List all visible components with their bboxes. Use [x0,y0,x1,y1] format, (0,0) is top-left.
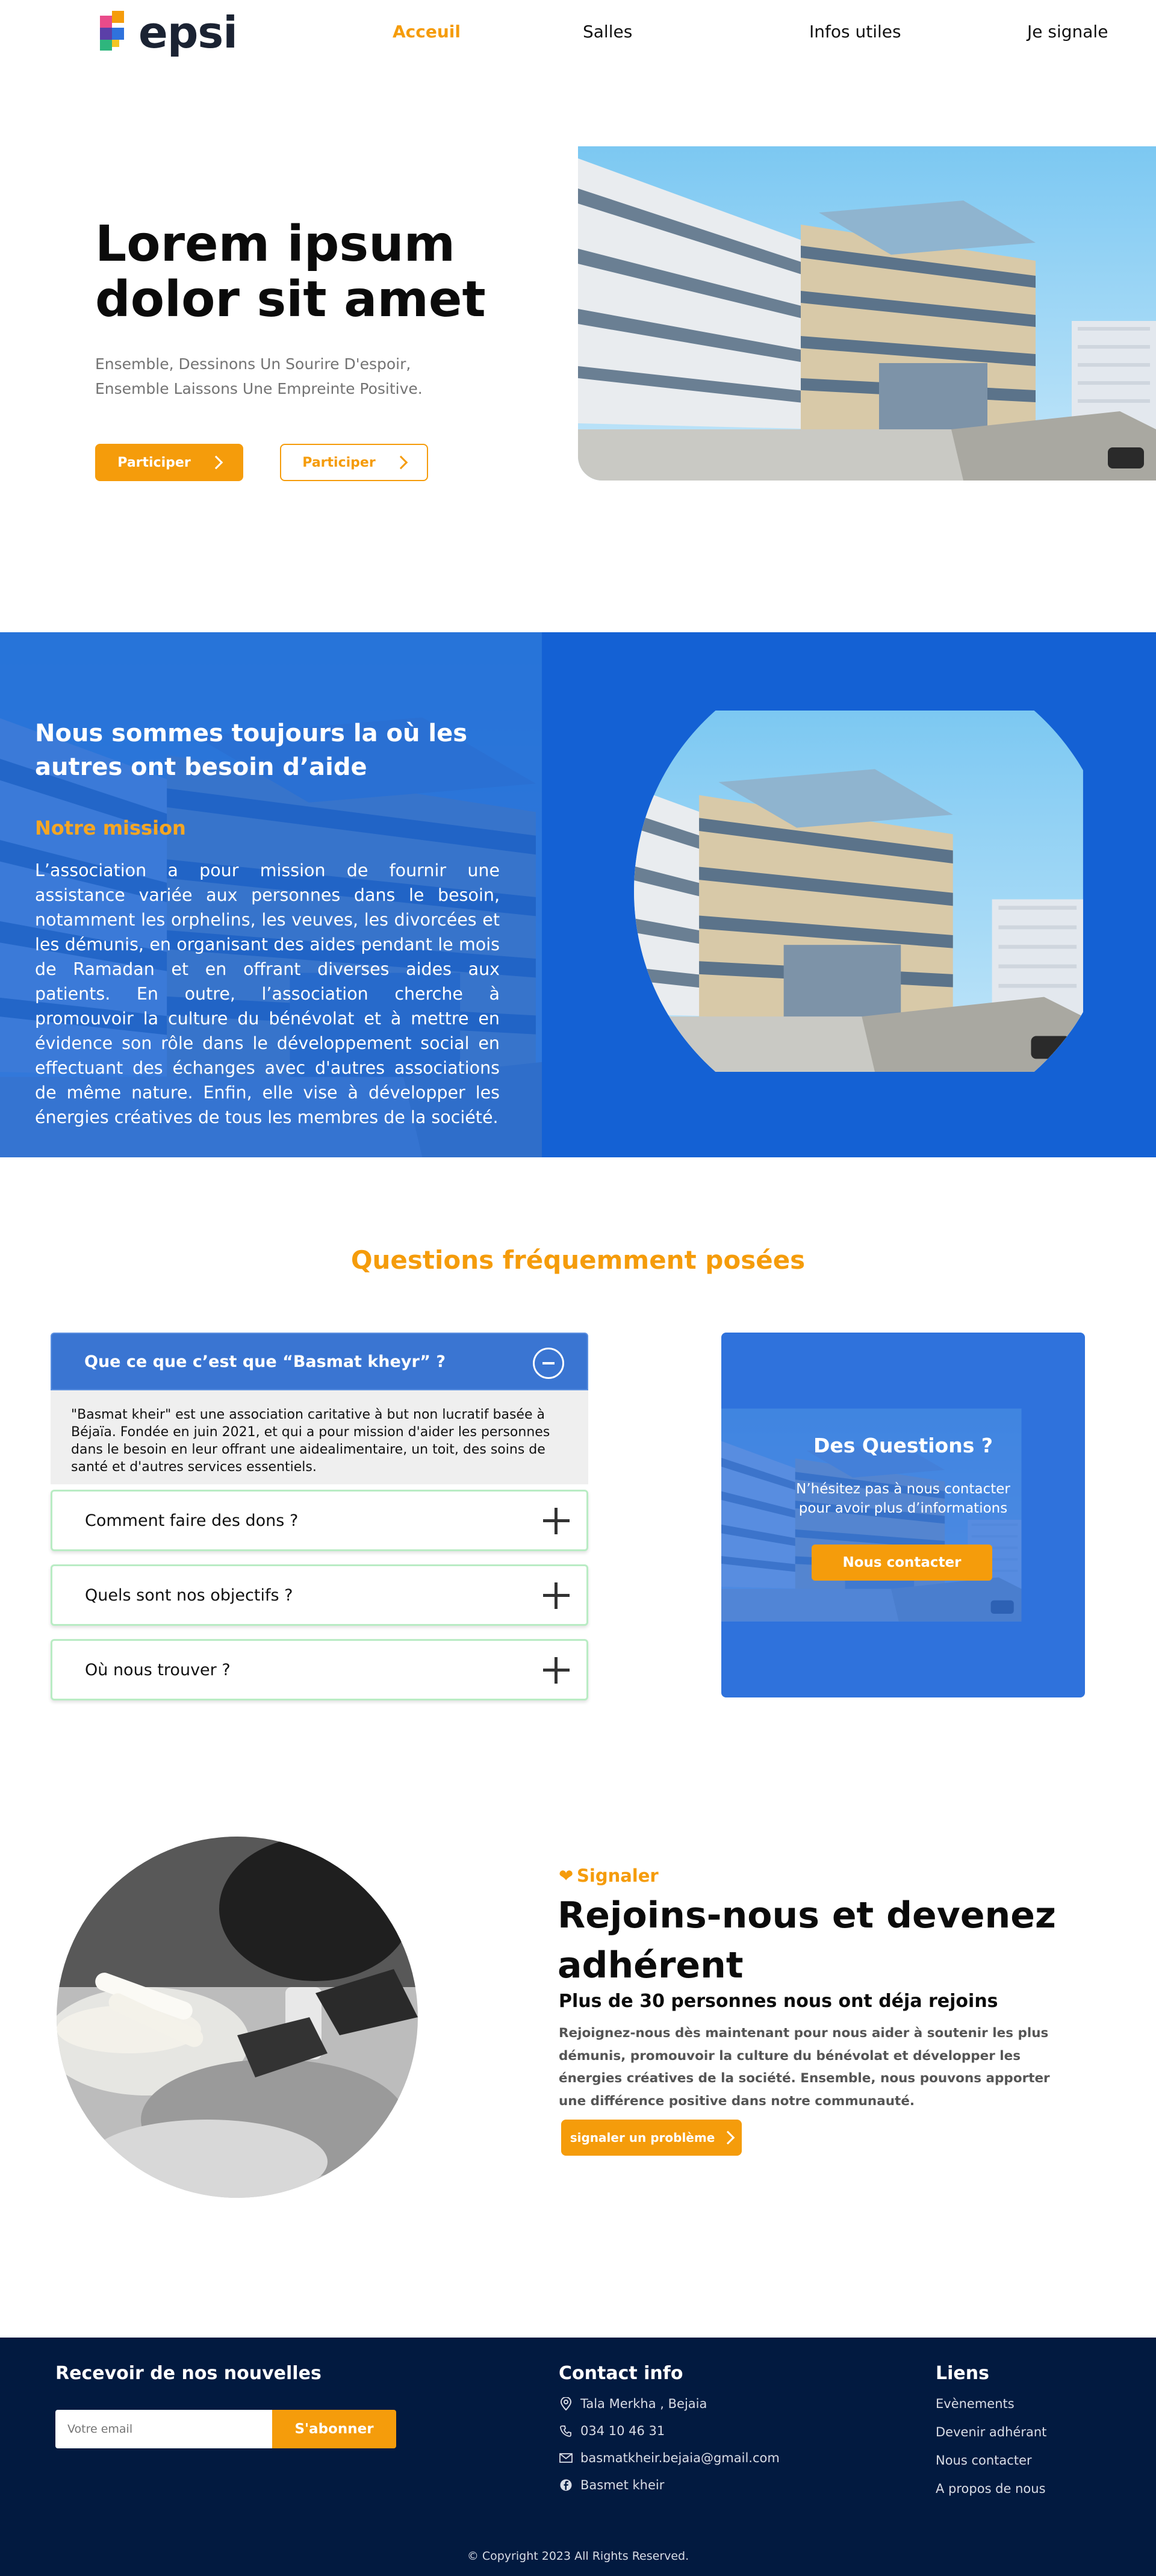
nav-link-je-signale[interactable]: Je signale [1027,22,1108,42]
nav-link-salles[interactable]: Salles [583,22,632,42]
contact-email: basmatkheir.bejaia@gmail.com [559,2451,780,2465]
contact-address: Tala Merkha , Bejaia [559,2397,707,2411]
chevron-right-icon [209,455,223,470]
expand-plus-icon[interactable] [543,1582,570,1609]
newsletter-email-input[interactable] [55,2410,273,2448]
links-title: Liens [936,2363,989,2384]
participer-primary-button[interactable]: Participer [95,444,243,481]
footer-link-evenements[interactable]: Evènements [936,2397,1015,2411]
contact-info-title: Contact info [559,2363,683,2384]
nav-link-infos-utiles[interactable]: Infos utiles [809,22,901,42]
hero-title: Lorem ipsum dolor sit amet [95,217,517,328]
contact-card-text-line-2: pour avoir plus d’informations [798,1501,1008,1517]
mail-icon [559,2451,573,2465]
newsletter-title: Recevoir de nos nouvelles [55,2363,322,2384]
faq-item-open-header[interactable]: Que ce que c’est que “Basmat kheyr” ? [51,1333,588,1390]
nav-link-acceuil[interactable]: Acceuil [393,22,461,42]
collapse-minus-icon[interactable] [533,1348,564,1379]
report-problem-button[interactable]: signaler un problème [561,2120,742,2156]
faq-title: Questions fréquemment posées [350,1245,806,1275]
donation-food-image [57,1837,418,2198]
logo-text: epsi [138,7,238,58]
faq-question: Quels sont nos objectifs ? [85,1585,293,1605]
mission-text: L’association a pour mission de fournir … [35,860,500,1128]
contact-facebook-text[interactable]: Basmet kheir [580,2478,664,2492]
join-subtitle: Plus de 30 personnes nous ont déja rejoi… [559,1991,998,2012]
join-tag: ❤ Signaler [559,1865,659,1886]
footer-link-nous-contacter[interactable]: Nous contacter [936,2453,1032,2468]
mission-section: Nous sommes toujours la où les autres on… [0,632,1156,1157]
footer-link-devenir-adherant[interactable]: Devenir adhérant [936,2425,1046,2439]
hero-subtitle-line-2: Ensemble Laissons Une Empreinte Positive… [95,380,423,398]
chevron-right-icon [721,2130,735,2145]
join-title-line-1: Rejoins-nous et devenez [558,1894,1056,1937]
join-text: Rejoignez-nous dès maintenant pour nous … [559,2026,1050,2109]
contact-button[interactable]: Nous contacter [812,1545,992,1581]
join-title-line-2: adhérent [558,1944,744,1986]
chevron-right-icon [394,455,408,470]
participer-primary-label: Participer [117,455,191,470]
location-pin-icon [559,2397,573,2411]
footer-link-a-propos[interactable]: A propos de nous [936,2481,1046,2496]
hero-subtitle: Ensemble, Dessinons Un Sourire D'espoir,… [95,352,517,402]
hero-title-line-1: Lorem ipsum [95,216,456,273]
contact-card-text: N’hésitez pas à nous contacter pour avoi… [775,1479,1031,1518]
hero-title-line-2: dolor sit amet [95,270,486,328]
participer-secondary-button[interactable]: Participer [280,444,428,481]
copyright: © Copyright 2023 All Rights Reserved. [467,2550,689,2563]
report-problem-label: signaler un problème [570,2130,715,2145]
contact-phone-text: 034 10 46 31 [580,2424,665,2438]
heart-icon: ❤ [559,1865,574,1886]
mission-title-line-2: autres ont besoin d’aide [35,753,367,781]
join-title: Rejoins-nous et devenez adhérent [558,1891,1099,1991]
faq-question: Comment faire des dons ? [85,1511,299,1530]
faq-open-answer: "Basmat kheir" est une association carit… [51,1390,588,1484]
mission-title-line-1: Nous sommes toujours la où les [35,720,468,747]
hero-subtitle-line-1: Ensemble, Dessinons Un Sourire D'espoir, [95,355,411,373]
contact-card: Des Questions ? N’hésitez pas à nous con… [721,1333,1085,1697]
expand-plus-icon[interactable] [543,1657,570,1684]
faq-item[interactable]: Quels sont nos objectifs ? [51,1564,588,1626]
join-tag-label: Signaler [577,1865,659,1886]
faq-item[interactable]: Où nous trouver ? [51,1639,588,1700]
contact-address-text: Tala Merkha , Bejaia [580,2397,707,2411]
contact-email-text[interactable]: basmatkheir.bejaia@gmail.com [580,2451,780,2465]
logo[interactable]: epsi [96,7,238,58]
contact-card-title: Des Questions ? [813,1434,993,1457]
contact-card-text-line-1: N’hésitez pas à nous contacter [796,1481,1010,1497]
faq-item[interactable]: Comment faire des dons ? [51,1490,588,1551]
footer: Recevoir de nos nouvelles S'abonner Cont… [0,2338,1156,2576]
faq-question: Où nous trouver ? [85,1660,231,1679]
participer-secondary-label: Participer [302,455,376,470]
hero-building-image [578,146,1156,481]
phone-icon [559,2424,573,2438]
contact-phone: 034 10 46 31 [559,2424,665,2438]
contact-facebook: Basmet kheir [559,2478,664,2492]
subscribe-button[interactable]: S'abonner [272,2410,396,2448]
facebook-icon [559,2478,573,2492]
logo-mark-icon [96,11,132,54]
expand-plus-icon[interactable] [543,1508,570,1534]
mission-subtitle: Notre mission [35,817,186,839]
faq-open-question: Que ce que c’est que “Basmat kheyr” ? [84,1352,446,1371]
mission-building-image [634,650,1116,1132]
mission-title: Nous sommes toujours la où les autres on… [35,717,468,784]
top-navbar: epsi Acceuil Salles Infos utiles Je sign… [0,0,1156,66]
